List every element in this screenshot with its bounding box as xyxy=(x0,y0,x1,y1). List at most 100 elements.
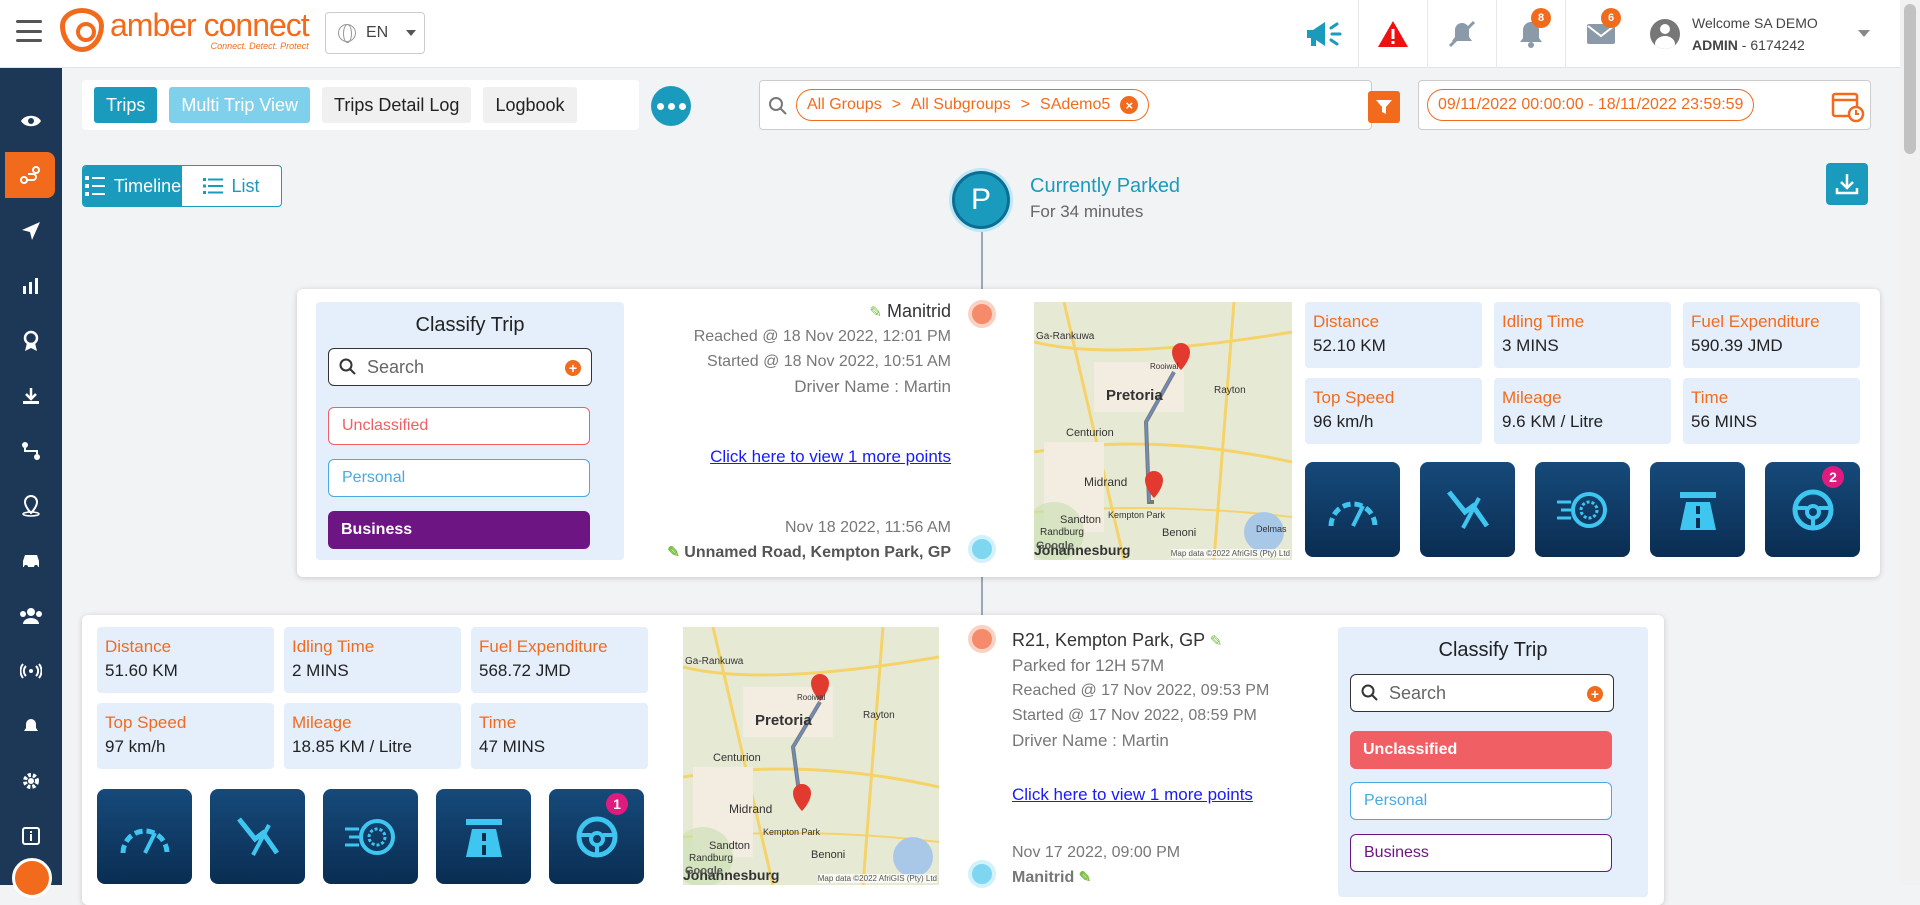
edit-pencil-icon[interactable]: ✎ xyxy=(1210,629,1224,650)
messages-button[interactable]: 6 xyxy=(1566,0,1635,68)
stat-fuel-expenditure: Fuel Expenditure 568.72 JMD xyxy=(471,627,648,693)
class-option-business[interactable]: Business xyxy=(1350,834,1612,872)
warning-icon xyxy=(1378,21,1408,47)
google-logo: Google xyxy=(1036,540,1074,552)
globe-icon xyxy=(338,24,356,43)
highway-button[interactable] xyxy=(436,789,531,884)
eye-icon xyxy=(21,115,41,127)
speed-events-button[interactable] xyxy=(1305,462,1400,557)
user-chevron-down-icon[interactable] xyxy=(1858,30,1870,37)
road-icon xyxy=(1679,491,1716,530)
harsh-acceleration-button[interactable] xyxy=(323,789,418,884)
notifications-button[interactable]: 8 xyxy=(1497,0,1566,68)
highway-button[interactable] xyxy=(1650,462,1745,557)
crumb-vehicle[interactable]: SAdemo5 xyxy=(1040,96,1110,114)
stat-value: 56 MINS xyxy=(1691,412,1758,431)
stat-distance: Distance 52.10 KM xyxy=(1305,302,1482,368)
class-option-business[interactable]: Business xyxy=(328,511,590,549)
driving-alerts-button[interactable]: 1 xyxy=(549,789,644,884)
list-view-button[interactable]: List xyxy=(182,166,281,206)
speed-events-button[interactable] xyxy=(97,789,192,884)
google-logo: Google xyxy=(685,865,723,877)
logo[interactable]: amber connect Connect. Detect. Protect xyxy=(60,7,310,52)
gear-icon xyxy=(23,773,39,789)
download-icon xyxy=(1835,174,1859,195)
search-icon xyxy=(339,358,356,375)
sidebar-item-geofence[interactable] xyxy=(0,483,62,529)
sidebar-item-trips[interactable] xyxy=(5,152,55,198)
edit-pencil-icon[interactable]: ✎ xyxy=(666,540,680,561)
logo-name: amber connect xyxy=(110,7,310,43)
add-icon[interactable]: + xyxy=(1587,686,1603,702)
driving-alerts-button[interactable]: 2 xyxy=(1765,462,1860,557)
harsh-braking-button[interactable] xyxy=(1420,462,1515,557)
more-points-link[interactable]: Click here to view 1 more points xyxy=(1012,785,1253,804)
sidebar-item-download[interactable] xyxy=(0,373,62,419)
harsh-braking-button[interactable] xyxy=(210,789,305,884)
announcement-button[interactable] xyxy=(1290,0,1359,68)
class-option-unclassified[interactable]: Unclassified xyxy=(328,407,590,445)
mute-button[interactable] xyxy=(1428,0,1497,68)
stat-value: 47 MINS xyxy=(479,737,546,756)
tab-logbook[interactable]: Logbook xyxy=(483,87,577,123)
tab-trips[interactable]: Trips xyxy=(94,87,158,123)
tab-multi-trip-view[interactable]: Multi Trip View xyxy=(169,87,311,123)
stat-value: 590.39 JMD xyxy=(1691,336,1783,355)
calendar-clock-icon[interactable] xyxy=(1831,89,1865,123)
class-option-unclassified[interactable]: Unclassified xyxy=(1350,731,1612,769)
sidebar-item-routes[interactable] xyxy=(0,428,62,474)
class-option-personal[interactable]: Personal xyxy=(1350,782,1612,820)
acceleration-icon xyxy=(344,818,395,855)
sidebar-item-live-view[interactable] xyxy=(0,98,62,144)
stat-value: 568.72 JMD xyxy=(479,661,571,680)
map-label: Midrand xyxy=(729,802,773,816)
clear-icon[interactable]: × xyxy=(1120,96,1139,114)
classify-search-placeholder: Search xyxy=(1389,682,1447,703)
sidebar-item-badges[interactable] xyxy=(0,318,62,364)
filter-button[interactable] xyxy=(1368,91,1400,123)
alerts-button[interactable] xyxy=(1359,0,1428,68)
chat-icon[interactable] xyxy=(12,858,52,898)
trip-map[interactable]: Ga-Rankuwa Pretoria Rayton Centurion Mid… xyxy=(683,627,939,885)
harsh-acceleration-button[interactable] xyxy=(1535,462,1630,557)
crumb-groups[interactable]: All Groups xyxy=(807,96,882,114)
user-menu[interactable]: Welcome SA DEMO ADMIN - 6174242 xyxy=(1650,12,1818,56)
edit-pencil-icon[interactable]: ✎ xyxy=(868,300,882,321)
date-range-value[interactable]: 09/11/2022 00:00:00 - 18/11/2022 23:59:5… xyxy=(1427,89,1755,121)
classify-search-input[interactable]: Search + xyxy=(1350,674,1614,712)
account-id: - 6174242 xyxy=(1737,37,1805,53)
menu-icon[interactable] xyxy=(16,20,42,42)
timeline-view-button[interactable]: Timeline xyxy=(83,166,182,206)
download-button[interactable] xyxy=(1826,163,1868,205)
classify-trip-panel: Classify Trip Search + Unclassified Pers… xyxy=(316,302,624,560)
trip-start-info: Nov 18 2022, 11:56 AM ✎ Unnamed Road, Ke… xyxy=(627,515,951,565)
tab-trips-detail-log[interactable]: Trips Detail Log xyxy=(322,87,472,123)
welcome-text: Welcome SA DEMO xyxy=(1692,15,1818,31)
classify-search-input[interactable]: Search + xyxy=(328,348,592,386)
more-options-button[interactable] xyxy=(651,86,691,126)
group-breadcrumb[interactable]: All Groups > All Subgroups > SAdemo5 × xyxy=(796,89,1150,121)
parked-status-icon: P xyxy=(952,171,1010,229)
sidebar-item-devices[interactable] xyxy=(0,648,62,694)
sidebar-item-alerts[interactable] xyxy=(0,703,62,749)
sidebar-item-settings[interactable] xyxy=(0,758,62,804)
scrollbar-thumb[interactable] xyxy=(1904,4,1916,154)
group-filter-bar[interactable]: All Groups > All Subgroups > SAdemo5 × xyxy=(759,80,1400,130)
edit-pencil-icon[interactable]: ✎ xyxy=(1079,865,1093,886)
signal-icon xyxy=(20,663,42,679)
class-option-personal[interactable]: Personal xyxy=(328,459,590,497)
sidebar-item-navigate[interactable] xyxy=(0,208,62,254)
sidebar-item-users[interactable] xyxy=(0,593,62,639)
sidebar-item-reports[interactable] xyxy=(0,263,62,309)
crumb-subgroups[interactable]: All Subgroups xyxy=(911,96,1011,114)
sidebar-item-info[interactable] xyxy=(0,813,62,859)
more-points-link[interactable]: Click here to view 1 more points xyxy=(710,447,951,466)
trip-map[interactable]: Ga-Rankuwa Pretoria Rayton Centurion Mid… xyxy=(1034,302,1292,560)
date-range-bar[interactable]: 09/11/2022 00:00:00 - 18/11/2022 23:59:5… xyxy=(1418,80,1871,130)
trip-reached: Reached @ 17 Nov 2022, 09:53 PM xyxy=(1012,682,1270,699)
stat-label: Distance xyxy=(1313,312,1380,331)
trip-start-info: Nov 17 2022, 09:00 PM Manitrid ✎ xyxy=(1012,840,1312,890)
add-icon[interactable]: + xyxy=(565,360,581,376)
language-select[interactable]: EN xyxy=(325,12,425,54)
sidebar-item-vehicles[interactable] xyxy=(0,538,62,584)
